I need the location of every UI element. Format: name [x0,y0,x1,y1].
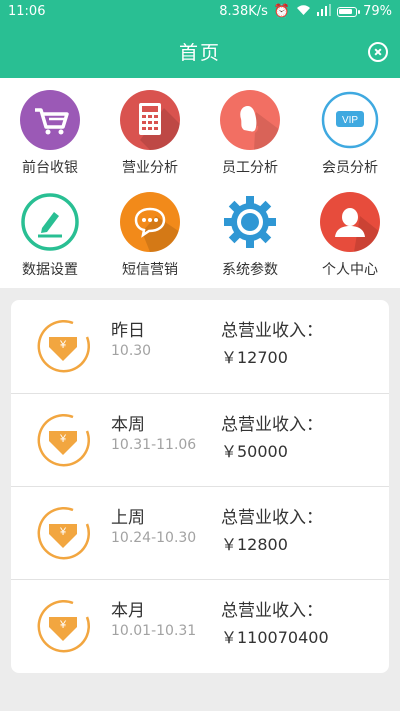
shopping-cart-icon [20,90,80,150]
vip-icon: VIP [320,90,380,150]
edit-icon [20,192,80,252]
revenue-amount: ￥50000 [221,442,288,461]
revenue-label: 总营业收入： [221,601,323,621]
user-icon [320,192,380,252]
period-range: 10.31-11.06 [111,437,197,453]
revenue-label: 总营业收入： [221,508,323,528]
close-icon[interactable] [368,42,388,62]
coin-icon: ¥ [33,409,93,469]
revenue-amount: ￥110070400 [221,628,329,647]
menu-item-staff-analysis[interactable]: 员工分析 [200,78,300,178]
revenue-amount: ￥12700 [221,348,288,367]
signal-icon [317,4,332,19]
svg-text:VIP: VIP [342,115,358,126]
menu-label-cashier: 前台收银 [22,160,78,176]
menu-item-system-params[interactable]: 系统参数 [200,180,300,280]
period-range: 10.24-10.30 [111,530,197,546]
menu-item-data-settings[interactable]: 数据设置 [0,180,100,280]
calculator-icon [120,90,180,150]
battery-icon [337,6,361,17]
battery-percent: 79% [363,4,392,19]
period-title: 昨日 [111,321,145,341]
message-icon [120,192,180,252]
coin-icon: ¥ [33,595,93,655]
menu-label-personal-center: 个人中心 [322,262,378,278]
gear-icon [220,192,280,252]
svg-text:¥: ¥ [59,526,67,538]
period-range: 10.30 [111,343,152,359]
revenue-label: 总营业收入： [221,415,323,435]
revenue-row-last-week[interactable]: ¥ 上周 10.24-10.30 总营业收入： ￥12800 [11,486,389,580]
network-speed: 8.38K/s [219,4,268,19]
page-title: 首页 [178,42,221,64]
svg-text:¥: ¥ [59,619,67,631]
svg-text:¥: ¥ [59,433,67,445]
menu-item-member-analysis[interactable]: VIP 会员分析 [300,78,400,178]
status-bar: 11:06 8.38K/s ⏰ 79% [0,0,400,24]
menu-item-sms-marketing[interactable]: 短信营销 [100,180,200,280]
menu-item-personal-center[interactable]: 个人中心 [300,180,400,280]
menu-label-data-settings: 数据设置 [22,262,78,278]
app-header: 11:06 8.38K/s ⏰ 79% 首页 [0,0,400,78]
staff-icon [220,90,280,150]
menu-item-business-analysis[interactable]: 营业分析 [100,78,200,178]
menu-label-sms-marketing: 短信营销 [122,262,178,278]
menu-label-staff-analysis: 员工分析 [222,160,278,176]
alarm-icon: ⏰ [273,4,291,19]
coin-icon: ¥ [33,315,93,375]
period-title: 上周 [111,508,145,528]
revenue-row-this-week[interactable]: ¥ 本周 10.31-11.06 总营业收入： ￥50000 [11,393,389,487]
revenue-row-yesterday[interactable]: ¥ 昨日 10.30 总营业收入： ￥12700 [11,300,389,393]
coin-icon: ¥ [33,502,93,562]
period-range: 10.01-10.31 [111,623,197,639]
wifi-icon [296,4,311,19]
revenue-list: ¥ 昨日 10.30 总营业收入： ￥12700 ¥ 本周 10.31-11.0… [11,300,389,673]
revenue-label: 总营业收入： [221,321,323,341]
status-time: 11:06 [8,4,46,19]
menu-label-member-analysis: 会员分析 [322,160,378,176]
menu-label-system-params: 系统参数 [222,262,278,278]
function-menu: 前台收银 营业分析 员工分析 VIP 会员分析 数据设置 短信营销 系统参数 个… [0,78,400,288]
menu-item-cashier[interactable]: 前台收银 [0,78,100,178]
menu-label-business-analysis: 营业分析 [122,160,178,176]
revenue-amount: ￥12800 [221,535,288,554]
period-title: 本周 [111,415,145,435]
svg-text:¥: ¥ [59,339,67,351]
status-right: 8.38K/s ⏰ 79% [219,4,392,19]
revenue-row-this-month[interactable]: ¥ 本月 10.01-10.31 总营业收入： ￥110070400 [11,579,389,673]
period-title: 本月 [111,601,145,621]
